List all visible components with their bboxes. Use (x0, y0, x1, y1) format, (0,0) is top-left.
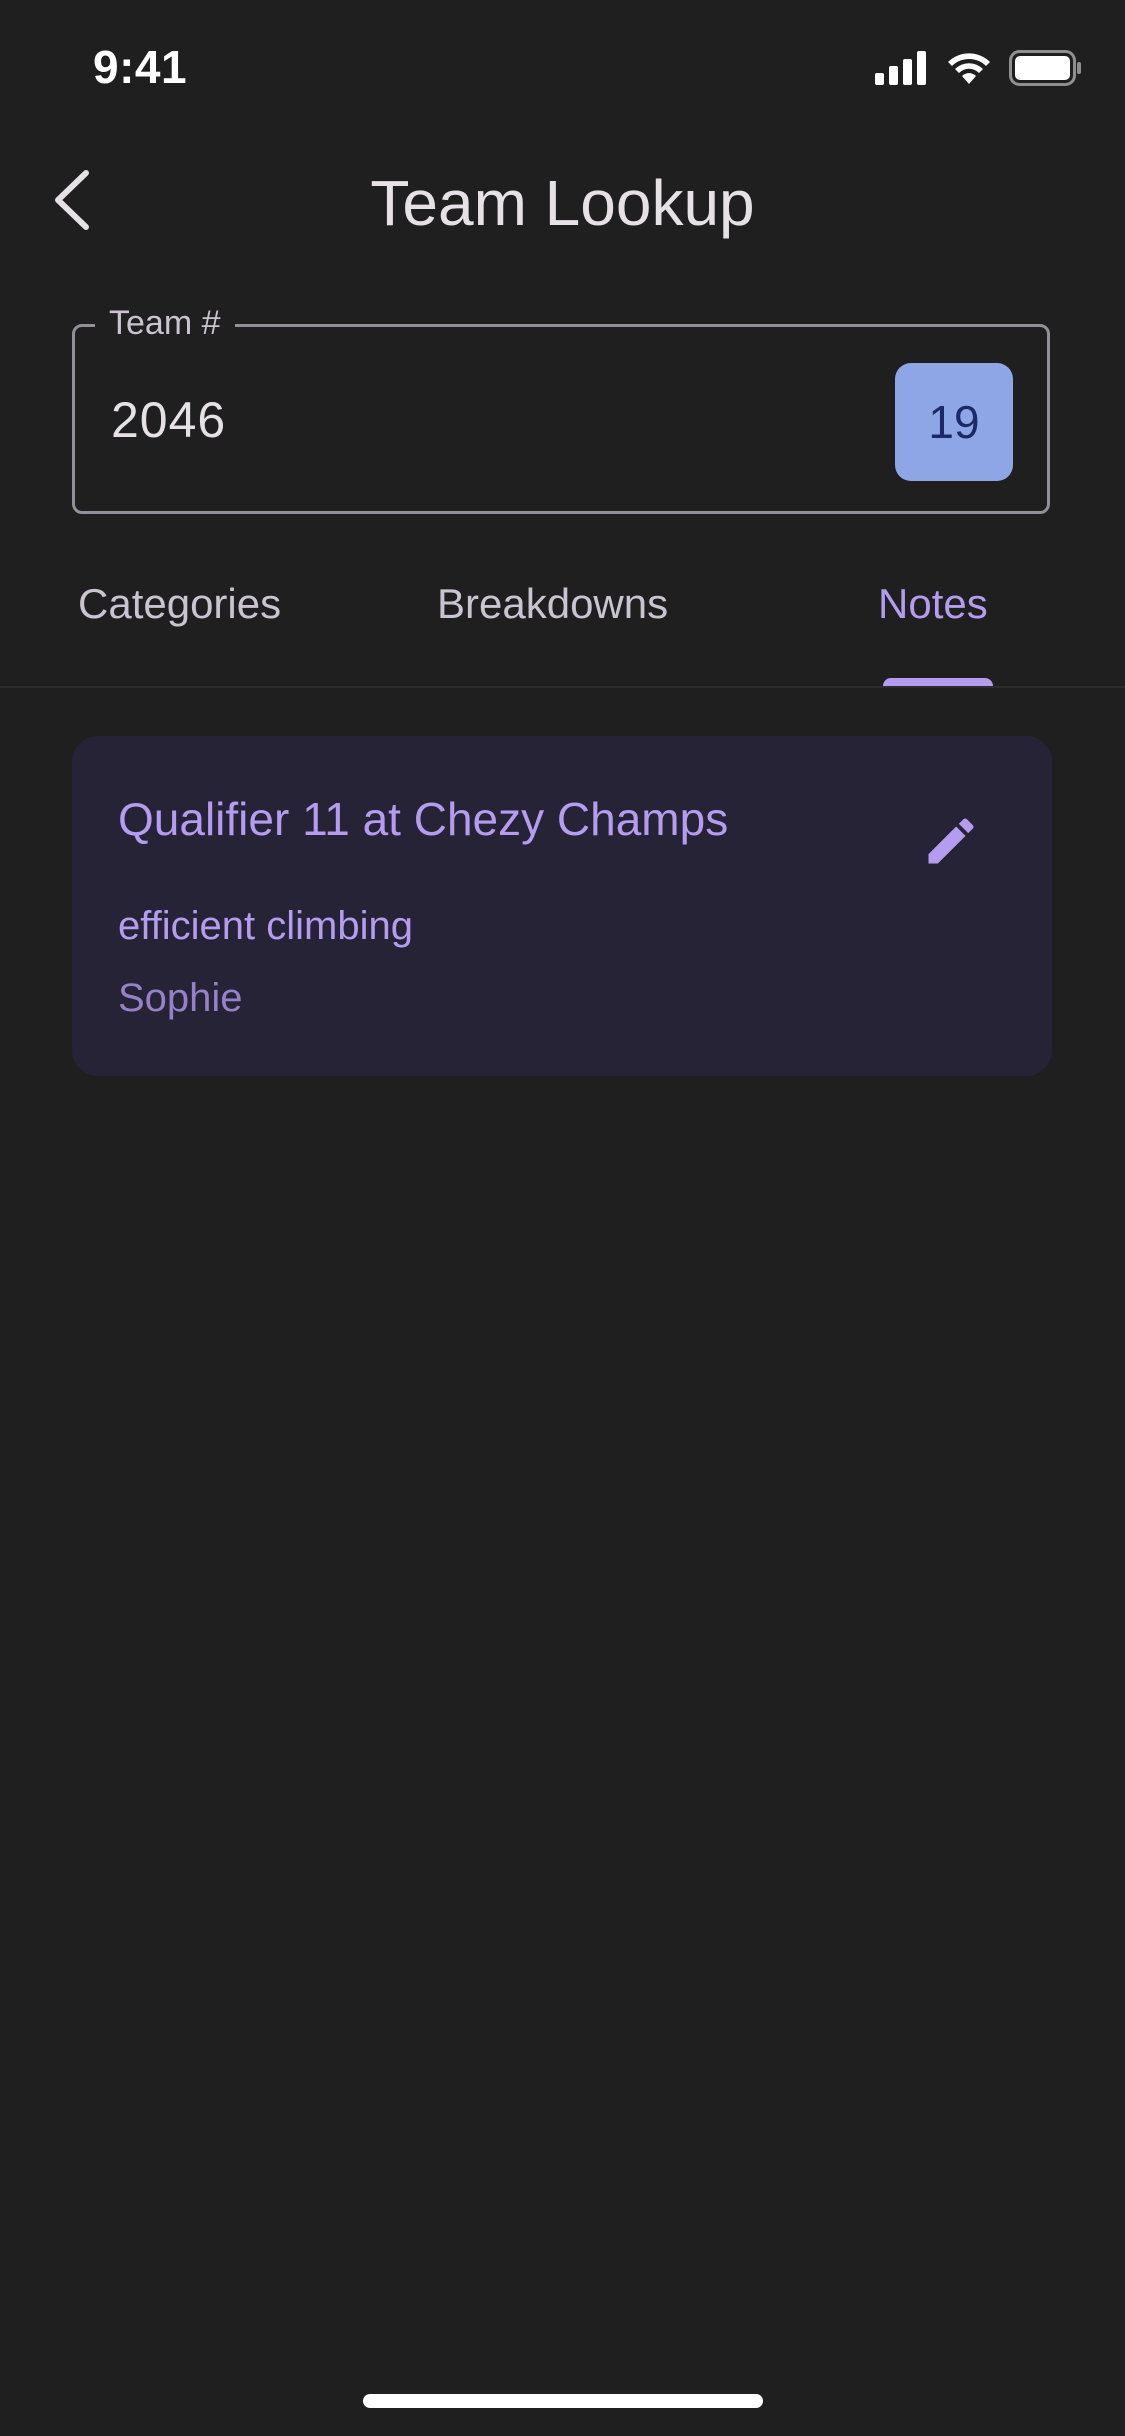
pencil-icon (921, 811, 981, 876)
edit-note-button[interactable] (916, 808, 986, 878)
team-count-badge[interactable]: 19 (895, 363, 1013, 481)
status-time: 9:41 (93, 41, 188, 93)
team-number-field[interactable]: Team # 2046 19 (72, 303, 1050, 514)
page-title: Team Lookup (370, 167, 755, 239)
note-card: Qualifier 11 at Chezy Champs efficient c… (72, 736, 1052, 1076)
signal-icon (875, 50, 929, 90)
tab-selected-indicator (883, 678, 993, 686)
note-body: efficient climbing (118, 904, 413, 948)
battery-icon (1009, 49, 1083, 91)
status-bar: 9:41 (0, 0, 1125, 132)
tab-bar: Categories Breakdowns Notes (0, 560, 1125, 688)
team-number-label: Team # (95, 303, 235, 343)
app-bar: Team Lookup (0, 132, 1125, 272)
tab-breakdowns[interactable]: Breakdowns (437, 580, 668, 628)
note-title: Qualifier 11 at Chezy Champs (118, 793, 729, 845)
team-number-input[interactable]: 2046 (111, 391, 226, 449)
home-indicator[interactable] (363, 2394, 763, 2408)
wifi-icon (945, 50, 993, 91)
tab-notes[interactable]: Notes (878, 580, 988, 628)
note-author: Sophie (118, 976, 243, 1020)
status-icons (875, 49, 1083, 91)
tab-categories[interactable]: Categories (78, 580, 281, 628)
